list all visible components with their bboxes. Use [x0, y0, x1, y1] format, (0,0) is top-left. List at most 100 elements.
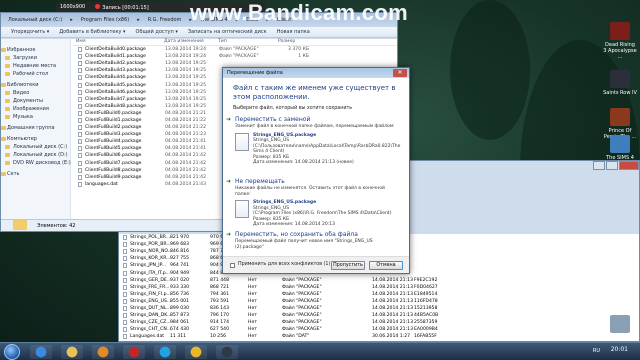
- toolbar-item[interactable]: Общий доступ ▾: [136, 29, 178, 35]
- start-button[interactable]: [4, 344, 20, 360]
- nav-item[interactable]: Локальный диск (D:): [1, 151, 70, 159]
- apply-all-checkbox[interactable]: [230, 263, 235, 268]
- dialog-title: Перемещение файла: [223, 68, 409, 78]
- cell: 11 311: [170, 334, 187, 340]
- column-date[interactable]: Дата изменения: [161, 39, 215, 45]
- table-row[interactable]: Strings_DAN_DK... 857 873 796 170 Нет Файл "…: [119, 312, 639, 319]
- desktop-shortcut[interactable]: The SIMS 4: [603, 135, 637, 161]
- bandicam-watermark: www.Bandicam.com: [190, 0, 408, 25]
- option-replace[interactable]: ➜ Переместить с заменой Заменит файл в к…: [226, 116, 401, 166]
- file-icon: [123, 298, 127, 304]
- shortcut-icon: [610, 135, 630, 153]
- skype-icon[interactable]: [154, 345, 176, 359]
- nav-item[interactable]: Библиотеки: [1, 81, 70, 89]
- cancel-button[interactable]: Отмена: [369, 261, 403, 270]
- nav-item[interactable]: Избранное: [1, 46, 70, 54]
- nav-item[interactable]: Сеть: [1, 170, 70, 178]
- nav-item[interactable]: Локальный диск (C:): [1, 143, 70, 151]
- bandicam-icon[interactable]: [123, 345, 145, 359]
- toolbar-item[interactable]: Добавить в библиотеку ▾: [59, 29, 125, 35]
- nav-item-label: Музыка: [13, 114, 33, 120]
- cell: E1849514: [414, 291, 438, 297]
- table-row[interactable]: Strings_FIN_FI.p... 856 736 794 361 Нет Файл…: [119, 291, 639, 298]
- table-row[interactable]: Strings_ENG_US... 855 001 793 591 Нет Файл "…: [119, 298, 639, 305]
- desktop-shortcut[interactable]: Корзина: [603, 315, 637, 341]
- breadcrumb-item[interactable]: Program Files (x86): [78, 17, 132, 23]
- desktop-shortcut[interactable]: Dead Rising 3 Apocalypse ...: [603, 22, 637, 60]
- file-path: (C:\Program Files (x86)\R.G. Freedom\The…: [253, 211, 392, 217]
- cell: Файл "PACKAGE": [282, 320, 322, 326]
- skip-button[interactable]: Пропустить: [331, 261, 365, 270]
- nav-item[interactable]: Музыка: [1, 113, 70, 121]
- chrome-icon[interactable]: [185, 345, 207, 359]
- cell: 14.08.2014 21:13: [372, 291, 414, 297]
- table-row[interactable]: Languages.dat 11 311 10 256 Нет Файл "DAT" 30…: [119, 333, 639, 340]
- chevron-right-icon: ▸: [70, 17, 73, 23]
- cell: 16FAB55F: [414, 334, 437, 340]
- nav-item[interactable]: Загрузки: [1, 54, 70, 62]
- cell: 937 020: [170, 277, 189, 283]
- maximize-icon[interactable]: [606, 161, 618, 170]
- folder-group-icon: [1, 137, 6, 141]
- explorer-icon[interactable]: [61, 345, 83, 359]
- nav-item[interactable]: Компьютер: [1, 135, 70, 143]
- file-name: ClientDeltaBuild4.package: [85, 75, 146, 81]
- cell: 14.08.2014 21:13: [372, 305, 414, 311]
- steam-icon[interactable]: [216, 345, 238, 359]
- file-icon: [123, 305, 127, 311]
- nav-item[interactable]: Домашняя группа: [1, 124, 70, 132]
- toolbar-item[interactable]: Новая папка: [277, 29, 310, 35]
- close-icon[interactable]: [619, 161, 639, 170]
- option-keep-both[interactable]: ➜ Переместить, но сохранить оба файла Пе…: [226, 231, 401, 250]
- toolbar-item[interactable]: Упорядочить ▾: [11, 29, 49, 35]
- cell: Strings_DUT_NL...: [130, 305, 171, 311]
- folder-icon: [5, 72, 10, 76]
- column-type[interactable]: Тип: [215, 39, 275, 45]
- file-date: 13.08.2014 19:25: [165, 75, 207, 81]
- cell: 856 736: [170, 291, 189, 297]
- close-icon[interactable]: ✕: [393, 69, 407, 77]
- file-date: 04.08.2014 21:22: [165, 117, 207, 123]
- file-name: ClientFullBuild1.package: [85, 117, 142, 123]
- table-row[interactable]: Strings_DUT_NL... 899 030 836 143 Нет Файл "…: [119, 305, 639, 312]
- option-skip[interactable]: ➜ Не перемещать Никакие файлы не изменят…: [226, 178, 401, 228]
- file-icon: [123, 313, 127, 319]
- column-name[interactable]: Имя: [73, 39, 161, 45]
- shortcut-label: The SIMS 4: [606, 155, 634, 161]
- nav-item-label: Локальный диск (D:): [13, 152, 68, 158]
- breadcrumb-item[interactable]: R.G. Freedom: [145, 17, 185, 23]
- desktop-shortcut[interactable]: Saints Row IV: [603, 70, 637, 96]
- cell: 796 170: [210, 313, 229, 319]
- language-indicator[interactable]: RU: [593, 348, 600, 354]
- file-icon: [78, 103, 82, 109]
- file-date: 04.08.2014 21:42: [165, 167, 207, 173]
- folder-icon: [5, 99, 10, 103]
- nav-item[interactable]: Недавние места: [1, 62, 70, 70]
- nav-item[interactable]: Изображения: [1, 105, 70, 113]
- clock[interactable]: 20:01: [611, 346, 628, 353]
- file-icon: [78, 68, 82, 74]
- cell: 964 741: [170, 263, 189, 269]
- column-size[interactable]: Размер: [275, 39, 305, 45]
- recording-status: Запись [00:01:15]: [95, 3, 149, 11]
- nav-item[interactable]: DVD RW дисковод (E:): [1, 159, 71, 167]
- media-player-icon[interactable]: [92, 345, 114, 359]
- file-icon: [78, 181, 82, 187]
- table-row[interactable]: Strings_CHT_CN... 674 430 627 540 Нет Файл "…: [119, 326, 639, 333]
- table-row[interactable]: ClientDeltaBuild1.package 13.08.2014 19:2…: [73, 53, 397, 60]
- file-icon: [123, 270, 127, 276]
- table-row[interactable]: Strings_CZE_CZ... 984 061 914 174 Нет Файл "…: [119, 319, 639, 326]
- nav-item[interactable]: Рабочий стол: [1, 70, 70, 78]
- nav-item-label: Изображения: [13, 106, 49, 112]
- file-date: 13.08.2014 19:25: [165, 68, 207, 74]
- nav-item[interactable]: Видео: [1, 89, 70, 97]
- nav-item[interactable]: Документы: [1, 97, 70, 105]
- minimize-icon[interactable]: [593, 161, 605, 170]
- ie-icon[interactable]: [30, 345, 52, 359]
- table-row[interactable]: ClientDeltaBuild0.package 13.08.2014 19:2…: [73, 46, 397, 53]
- table-row[interactable]: Strings_FRE_FR... 933 330 868 721 Нет Файл "…: [119, 284, 639, 291]
- file-date: 04.08.2014 21:42: [165, 160, 207, 166]
- breadcrumb-item[interactable]: Локальный диск (C:): [5, 17, 65, 23]
- table-row[interactable]: Strings_GER_DE... 937 020 871 448 Нет Файл "…: [119, 277, 639, 284]
- toolbar-item[interactable]: Записать на оптический диск: [188, 29, 267, 35]
